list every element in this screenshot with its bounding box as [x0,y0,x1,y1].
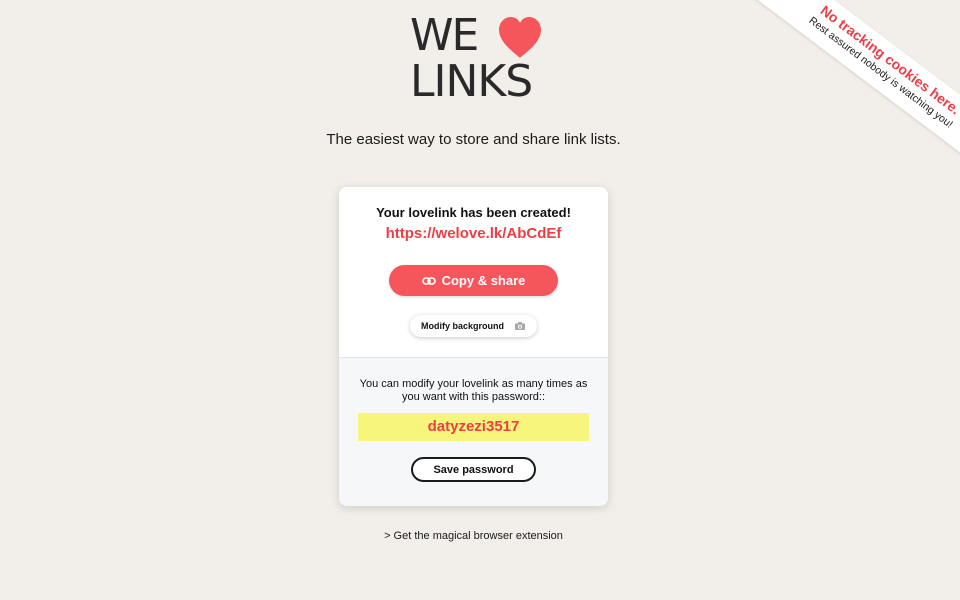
ribbon-headline: No tracking cookies here. [817,2,960,118]
copy-share-label: Copy & share [441,273,526,288]
browser-extension-link[interactable]: > Get the magical browser extension [0,530,947,542]
save-password-button[interactable]: Save password [411,457,536,482]
modify-background-label: Modify background [421,321,504,331]
logo[interactable]: WE LINKS [410,14,550,104]
lovelink-card: Your lovelink has been created! https://… [339,187,608,506]
lovelink-url[interactable]: https://welove.lk/AbCdEf [339,225,608,242]
ribbon-banner: No tracking cookies here. Rest assured n… [751,0,960,176]
copy-share-button[interactable]: Copy & share [389,265,558,296]
card-top-section: Your lovelink has been created! https://… [339,187,608,358]
card-password-section: You can modify your lovelink as many tim… [339,358,608,506]
modify-background-button[interactable]: Modify background [410,315,537,337]
page: WE LINKS The easiest way to store and sh… [0,0,960,600]
password-value[interactable]: datyzezi3517 [358,413,589,441]
link-icon [421,276,436,285]
logo-links-text: LINKS [410,56,533,107]
camera-icon [515,322,525,330]
logo-we-text: WE [410,10,479,61]
heart-icon [499,17,541,58]
privacy-ribbon: No tracking cookies here. Rest assured n… [695,0,960,180]
modify-instructions: You can modify your lovelink as many tim… [359,378,588,403]
created-title: Your lovelink has been created! [376,205,571,220]
